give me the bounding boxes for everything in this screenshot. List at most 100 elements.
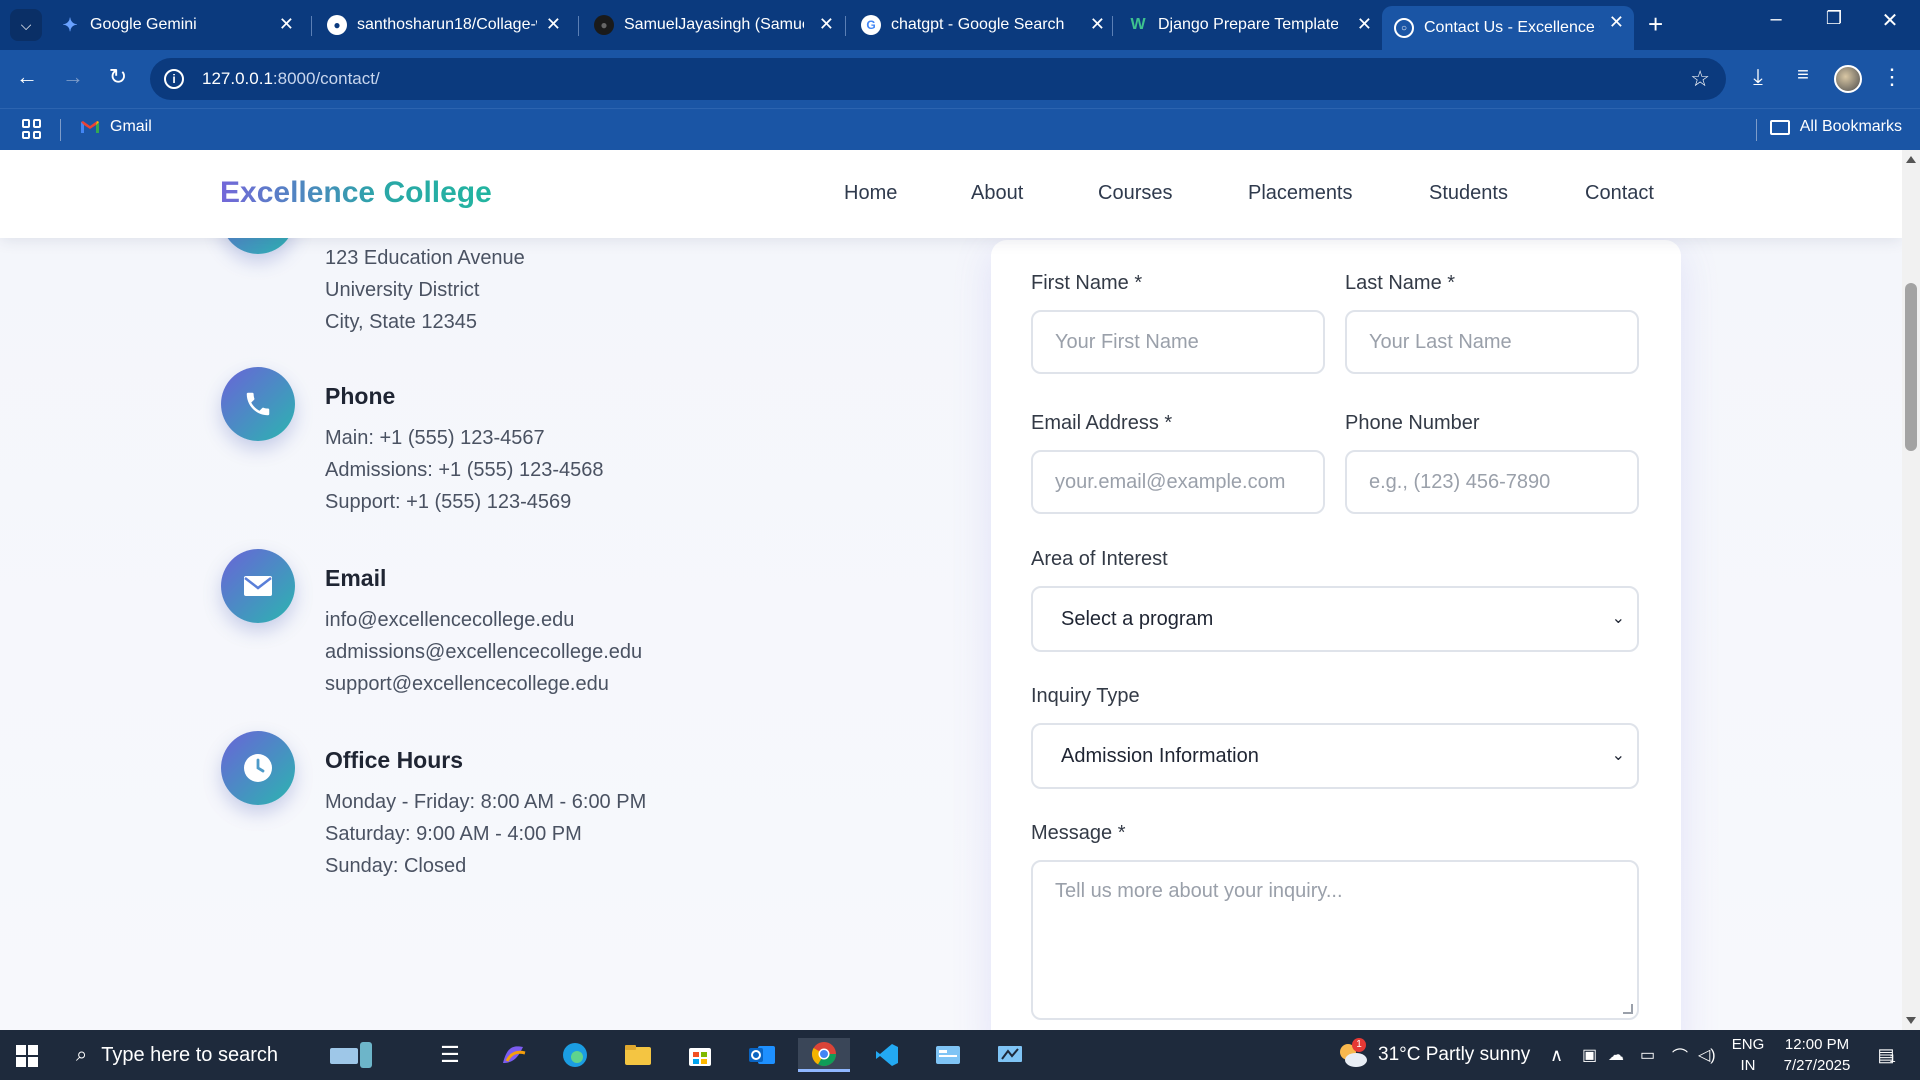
close-window-button[interactable]: ✕	[1870, 8, 1910, 33]
tab-title: Django Prepare Template	[1158, 16, 1338, 33]
resize-handle[interactable]	[1623, 1004, 1633, 1014]
windows-start-icon[interactable]	[16, 1045, 38, 1067]
address-bar[interactable]: i 127.0.0.1:8000/contact/ ☆	[150, 58, 1726, 100]
edge-icon[interactable]	[555, 1038, 595, 1072]
battery-icon[interactable]: ▭	[1640, 1030, 1655, 1080]
site-logo[interactable]: Excellence College	[220, 176, 492, 210]
tab-github-collage[interactable]: ● santhosharun18/Collage-w ✕	[315, 8, 571, 42]
vscode-icon[interactable]	[867, 1038, 907, 1072]
reload-button[interactable]: ↻	[103, 64, 133, 90]
tab-github-samuel[interactable]: ● SamuelJayasingh (Samuel J ✕	[582, 8, 844, 42]
arrow-left-icon: ←	[16, 64, 38, 89]
scroll-down-icon[interactable]	[1906, 1017, 1916, 1024]
nav-placements[interactable]: Placements	[1248, 182, 1353, 205]
hours-line: Sunday: Closed	[325, 855, 467, 877]
nav-students[interactable]: Students	[1429, 182, 1508, 205]
interest-select[interactable]: Select a program ⌄	[1031, 586, 1639, 652]
hours-line: Monday - Friday: 8:00 AM - 6:00 PM	[325, 791, 647, 813]
site-header: Excellence College Home About Courses Pl…	[0, 150, 1902, 238]
control-panel-icon[interactable]	[928, 1038, 968, 1072]
page-scrollbar[interactable]	[1902, 150, 1920, 1030]
taskbar-search[interactable]: ⌕ Type here to search	[54, 1030, 316, 1080]
phone-input[interactable]: e.g., (123) 456-7890	[1345, 450, 1639, 514]
restore-button[interactable]: ❐	[1814, 8, 1854, 29]
menu-dots-icon[interactable]: ⋮	[1877, 64, 1907, 90]
message-textarea[interactable]: Tell us more about your inquiry...	[1031, 860, 1639, 1020]
tab-separator	[1112, 16, 1113, 36]
show-hidden-icons[interactable]: ∧	[1550, 1030, 1563, 1080]
tab-search-button[interactable]: ⌵	[10, 9, 42, 41]
clock[interactable]: 12:00 PM 7/27/2025	[1776, 1036, 1858, 1074]
phone-label: Phone Number	[1345, 412, 1480, 434]
page-viewport: Excellence College Home About Courses Pl…	[0, 150, 1902, 1030]
nav-courses[interactable]: Courses	[1098, 182, 1172, 205]
close-icon[interactable]: ✕	[279, 14, 294, 35]
minimize-button[interactable]: –	[1756, 8, 1796, 31]
copilot-icon[interactable]	[493, 1038, 533, 1072]
all-bookmarks-label: All Bookmarks	[1799, 118, 1902, 135]
new-tab-button[interactable]: +	[1648, 10, 1663, 38]
email-line: info@excellencecollege.edu	[325, 609, 575, 631]
media-control-icon[interactable]: ≡	[1788, 64, 1818, 87]
placeholder-text: Tell us more about your inquiry...	[1055, 880, 1343, 902]
inquiry-type-select[interactable]: Admission Information ⌄	[1031, 723, 1639, 789]
w-icon: W	[1130, 16, 1146, 33]
notification-count: 1	[1889, 1052, 1896, 1065]
onedrive-icon[interactable]: ☁	[1608, 1030, 1624, 1080]
folder-icon	[1769, 119, 1790, 135]
address-line: City, State 12345	[325, 311, 477, 333]
close-icon[interactable]: ✕	[1090, 14, 1105, 35]
windows-taskbar: ⌕ Type here to search ☰ 1 31°C Partly su…	[0, 1030, 1920, 1080]
close-icon[interactable]: ✕	[546, 14, 561, 35]
tab-contact-us[interactable]: ○ Contact Us - Excellence Co ✕	[1382, 6, 1634, 50]
profile-avatar[interactable]	[1834, 65, 1862, 93]
download-icon[interactable]: ⤓	[1743, 64, 1773, 90]
microsoft-store-icon[interactable]	[680, 1038, 720, 1072]
remote-desktop-icon[interactable]	[990, 1038, 1030, 1072]
scroll-up-icon[interactable]	[1906, 156, 1916, 163]
tab-google-gemini[interactable]: ✦ Google Gemini ✕	[48, 8, 304, 42]
interest-label: Area of Interest	[1031, 548, 1168, 570]
weather-widget[interactable]: 1 31°C Partly sunny	[1336, 1030, 1530, 1080]
meet-now-icon[interactable]: ▣	[1582, 1030, 1597, 1080]
nav-about[interactable]: About	[971, 182, 1023, 205]
nav-home[interactable]: Home	[844, 182, 897, 205]
close-icon[interactable]: ✕	[819, 14, 834, 35]
tab-google-search[interactable]: G chatgpt - Google Search ✕	[849, 8, 1115, 42]
email-line: admissions@excellencecollege.edu	[325, 641, 643, 663]
back-button[interactable]: ←	[12, 64, 42, 90]
first-name-label: First Name *	[1031, 272, 1143, 294]
first-name-input[interactable]: Your First Name	[1031, 310, 1325, 374]
scrollbar-thumb[interactable]	[1905, 283, 1917, 451]
bookmark-star-icon[interactable]: ☆	[1690, 66, 1710, 92]
email-input[interactable]: your.email@example.com	[1031, 450, 1325, 514]
notification-icon: ▤ 1	[1877, 1044, 1896, 1065]
forward-button[interactable]: →	[58, 64, 88, 90]
email-line: support@excellencecollege.edu	[325, 673, 609, 695]
all-bookmarks-button[interactable]: All Bookmarks	[1769, 118, 1902, 136]
notifications-button[interactable]: ▤ 1	[1866, 1030, 1906, 1080]
gemini-icon: ✦	[62, 14, 78, 35]
bookmark-gmail[interactable]: Gmail	[80, 118, 152, 136]
hours-title: Office Hours	[325, 747, 464, 773]
volume-icon[interactable]: ◁)	[1698, 1030, 1716, 1080]
site-info-icon[interactable]: i	[164, 69, 184, 89]
task-view-icon[interactable]: ☰	[430, 1038, 470, 1072]
tab-django-template[interactable]: W Django Prepare Template ✕	[1116, 8, 1382, 42]
email-title: Email	[325, 565, 387, 591]
file-explorer-icon[interactable]	[618, 1038, 658, 1072]
travel-widget-icon[interactable]	[326, 1038, 376, 1072]
chrome-icon[interactable]	[798, 1038, 850, 1072]
url-path: :8000/contact/	[272, 69, 380, 88]
close-icon[interactable]: ✕	[1609, 12, 1624, 33]
phone-line: Main: +1 (555) 123-4567	[325, 427, 545, 449]
nav-contact[interactable]: Contact	[1585, 182, 1654, 205]
partly-sunny-icon: 1	[1336, 1038, 1368, 1070]
close-icon[interactable]: ✕	[1357, 14, 1372, 35]
wifi-icon[interactable]: ⌒	[1672, 1030, 1688, 1080]
language-indicator[interactable]: ENG IN	[1730, 1036, 1766, 1074]
outlook-icon[interactable]	[742, 1038, 782, 1072]
browser-toolbar: ← → ↻ i 127.0.0.1:8000/contact/ ☆ ⤓ ≡ ⋮	[0, 50, 1920, 108]
apps-grid-icon[interactable]	[22, 119, 42, 139]
last-name-input[interactable]: Your Last Name	[1345, 310, 1639, 374]
